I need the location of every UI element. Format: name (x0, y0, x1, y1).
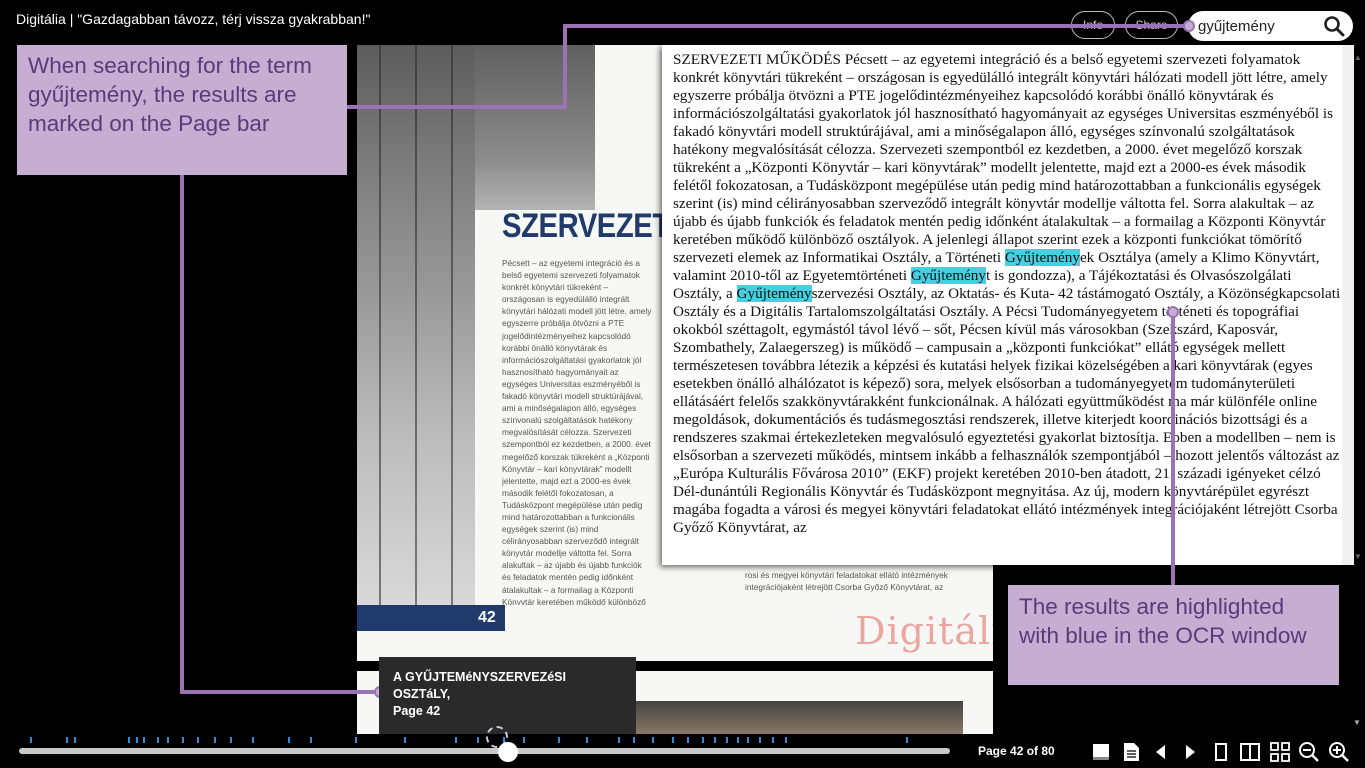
search-result-tick[interactable] (355, 737, 358, 743)
search-result-tick[interactable] (522, 737, 525, 743)
search-highlight: Gyűjtemény (736, 285, 812, 302)
page-body-text-2: rosi és megyei könyvtári feladatokat ell… (745, 570, 948, 593)
search-result-tick[interactable] (127, 737, 130, 743)
search-result-tick[interactable] (477, 737, 480, 743)
page-scroll-down-icon[interactable]: ▼ (1353, 718, 1361, 727)
page-photo (357, 45, 475, 605)
search-result-tick[interactable] (906, 737, 909, 743)
search-result-tick[interactable] (156, 737, 159, 743)
search-result-tick[interactable] (213, 737, 216, 743)
search-result-tick[interactable] (196, 737, 199, 743)
search-input[interactable] (1198, 15, 1316, 37)
digitalia-logo: Digitália (855, 609, 993, 653)
search-box[interactable] (1188, 11, 1353, 41)
next-icon[interactable] (1179, 741, 1201, 763)
search-result-tick[interactable] (404, 737, 407, 743)
search-result-tick[interactable] (310, 737, 313, 743)
search-icon[interactable] (1323, 15, 1345, 37)
connector-line (347, 105, 565, 109)
search-result-tick[interactable] (251, 737, 254, 743)
search-result-tick[interactable] (747, 737, 750, 743)
search-result-tick[interactable] (558, 737, 561, 743)
connector-line (1171, 313, 1175, 585)
page-slider-track[interactable] (19, 748, 950, 754)
app-title: Digitália | "Gazdagabban távozz, térj vi… (16, 11, 371, 27)
search-result-tick[interactable] (73, 737, 76, 743)
search-result-tick[interactable] (759, 737, 762, 743)
search-result-tick[interactable] (686, 737, 689, 743)
search-result-tick[interactable] (671, 737, 674, 743)
search-highlight: Gyűjtemény (1004, 249, 1080, 266)
search-result-tick[interactable] (30, 737, 33, 743)
search-result-tick[interactable] (652, 737, 655, 743)
page-slider-thumb[interactable] (497, 742, 518, 762)
double-page-icon[interactable] (1239, 741, 1261, 763)
page-tooltip: A GYŰJTEMéNYSZERVEZéSI OSZTáLY, Page 42 (379, 657, 636, 734)
connector-line (180, 690, 378, 694)
connector-line (180, 175, 184, 694)
page-indicator: Page 42 of 80 (978, 744, 1055, 758)
search-result-tick[interactable] (66, 737, 69, 743)
next-page-photo (595, 701, 963, 736)
scroll-up-icon[interactable]: ▲ (1354, 53, 1362, 62)
search-result-tick[interactable] (736, 737, 739, 743)
grid-icon[interactable] (1269, 741, 1291, 763)
zoom-out-icon[interactable] (1298, 741, 1320, 763)
zoom-in-icon[interactable] (1328, 741, 1350, 763)
connector-dot (1167, 306, 1179, 318)
page-number: 42 (478, 609, 496, 626)
single-page-icon[interactable] (1210, 741, 1232, 763)
tooltip-title: A GYŰJTEMéNYSZERVEZéSI OSZTáLY, (393, 670, 566, 701)
book-icon[interactable] (1090, 741, 1112, 763)
page-heading: SZERVEZET (502, 207, 670, 245)
document-icon[interactable] (1120, 741, 1142, 763)
search-result-tick[interactable] (617, 737, 620, 743)
callout-ocr-highlight: The results are highlighted with blue in… (1008, 585, 1339, 685)
search-result-tick[interactable] (772, 737, 775, 743)
search-result-tick[interactable] (702, 737, 705, 743)
search-result-tick[interactable] (288, 737, 291, 743)
search-result-tick[interactable] (713, 737, 716, 743)
callout-search-results: When searching for the term gyűjtemény, … (17, 45, 347, 175)
search-result-tick[interactable] (136, 737, 139, 743)
connector-dot (1183, 20, 1195, 32)
tooltip-page: Page 42 (393, 704, 441, 718)
search-result-tick[interactable] (167, 737, 170, 743)
search-result-tick[interactable] (142, 737, 145, 743)
ocr-text-segment: szervezési Osztály, az Oktatás- és Kuta-… (673, 285, 1341, 536)
ocr-text-segment: SZERVEZETI MŰKÖDÉS Pécsett – az egyetemi… (673, 51, 1334, 266)
ocr-text: SZERVEZETI MŰKÖDÉS Pécsett – az egyetemi… (673, 51, 1341, 537)
search-result-tick[interactable] (585, 737, 588, 743)
search-result-tick[interactable] (181, 737, 184, 743)
connector-line (563, 24, 567, 109)
previous-icon[interactable] (1150, 741, 1172, 763)
ocr-window[interactable]: SZERVEZETI MŰKÖDÉS Pécsett – az egyetemi… (662, 45, 1354, 565)
page-photo-top (475, 45, 595, 210)
search-result-tick[interactable] (725, 737, 728, 743)
search-highlight: Gyűjtemény (910, 267, 986, 284)
scroll-down-icon[interactable]: ▼ (1354, 552, 1362, 561)
search-result-tick[interactable] (785, 737, 788, 743)
page-body-text: Pécsett – az egyetemi integráció és a be… (502, 258, 652, 642)
connector-line (563, 24, 1190, 28)
search-result-tick[interactable] (454, 737, 457, 743)
search-result-tick[interactable] (230, 737, 233, 743)
ocr-scrollbar[interactable] (1342, 45, 1354, 565)
search-result-tick[interactable] (633, 737, 636, 743)
